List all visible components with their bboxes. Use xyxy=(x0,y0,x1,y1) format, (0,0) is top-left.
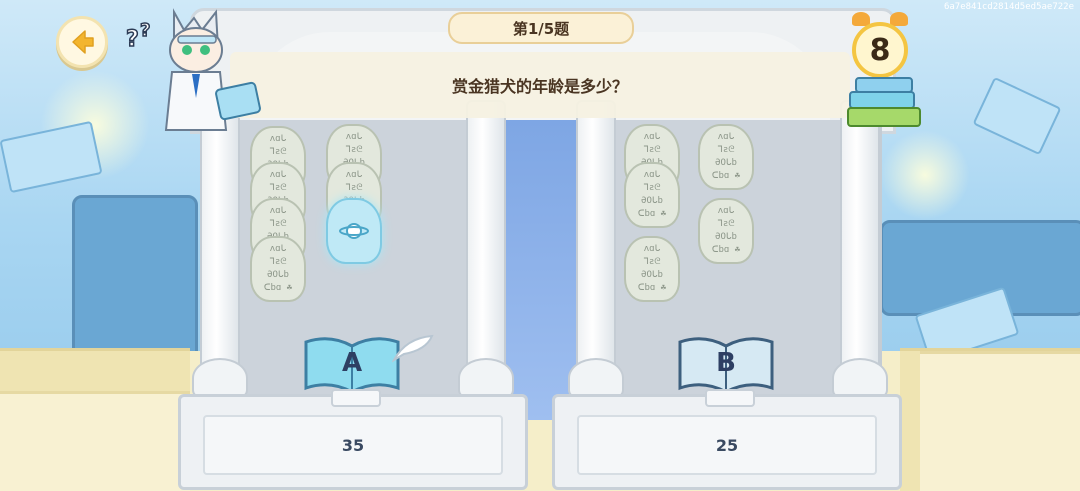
option-a-book[interactable]: A xyxy=(302,334,402,396)
rune-tablet: ʌɑᒐᒣƨᘓƏOᒐbᑕbɑ ☘ xyxy=(624,162,680,228)
pillar xyxy=(200,100,240,394)
quill-icon xyxy=(392,334,434,363)
back-button[interactable] xyxy=(56,16,108,68)
pillar xyxy=(576,100,616,394)
left-staircase xyxy=(0,348,190,491)
pillar-base xyxy=(192,358,248,398)
answer-a-text: 35 xyxy=(341,435,365,455)
timer-value: 8 xyxy=(869,32,891,68)
floating-book xyxy=(972,76,1062,156)
svg-text:?: ? xyxy=(140,20,150,41)
countdown-timer: 8 xyxy=(848,10,914,80)
pillar-base xyxy=(458,358,514,398)
alarm-bell-right xyxy=(890,12,908,26)
device-hash: 6a7e841cd2814d5ed5ae722e xyxy=(943,2,1074,12)
back-arrow-icon xyxy=(72,30,94,54)
svg-text:?: ? xyxy=(126,27,139,52)
answer-b-button[interactable]: 25 xyxy=(552,389,902,490)
pillar-base xyxy=(568,358,624,398)
book-stack-icon xyxy=(847,77,921,127)
rune-tablet: ʌɑᒐᒣƨᘓƏOᒐbᑕbɑ ☘ xyxy=(250,236,306,302)
progress-label: 第1/5题 xyxy=(512,19,570,38)
rune-tablet: ʌɑᒐᒣƨᘓƏOᒐbᑕbɑ ☘ xyxy=(698,198,754,264)
option-a-letter: A xyxy=(341,348,363,378)
cat-scientist-character: ? ? xyxy=(125,8,261,131)
light-glow xyxy=(880,130,970,220)
question-progress: 第1/5题 xyxy=(448,12,634,44)
game-scene: 赏金猎犬的年龄是多少？ 第1/5题 ʌɑᒐᒣƨᘓƏOᒐbᑕbɑ ☘ ʌɑᒐᒣƨᘓƏ… xyxy=(0,0,1080,491)
pillar-base xyxy=(832,358,888,398)
pillar xyxy=(466,100,506,394)
glowing-planet-tablet xyxy=(326,198,382,264)
option-b-letter: B xyxy=(716,348,736,378)
answer-a-button[interactable]: 35 xyxy=(178,389,528,490)
pillar xyxy=(840,100,880,394)
middle-passage xyxy=(504,120,578,420)
question-banner: 赏金猎犬的年龄是多少？ xyxy=(230,52,850,118)
alarm-clock-icon: 8 xyxy=(852,22,908,78)
question-text: 赏金猎犬的年龄是多少？ xyxy=(451,77,628,96)
answer-b-text: 25 xyxy=(715,435,739,455)
right-staircase xyxy=(900,348,1080,491)
option-b-book[interactable]: B xyxy=(676,334,776,396)
rune-tablet: ʌɑᒐᒣƨᘓƏOᒐbᑕbɑ ☘ xyxy=(624,236,680,302)
floating-book xyxy=(0,120,103,194)
rune-tablet: ʌɑᒐᒣƨᘓƏOᒐbᑕbɑ ☘ xyxy=(698,124,754,190)
